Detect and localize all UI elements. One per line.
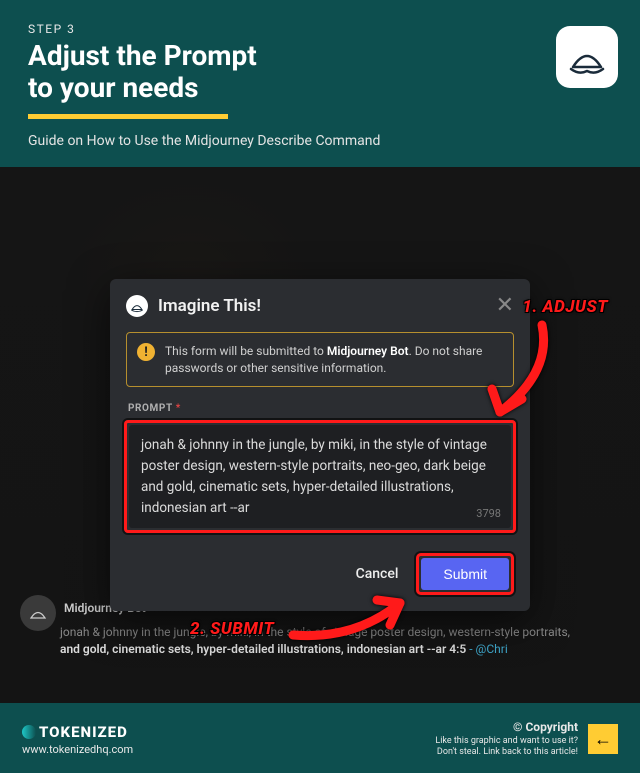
page-footer: TOKENIZED www.tokenizedhq.com © Copyrigh… bbox=[0, 708, 640, 773]
brand-block: TOKENIZED www.tokenizedhq.com bbox=[22, 723, 133, 756]
footer-right: © Copyright Like this graphic and want t… bbox=[435, 720, 618, 759]
title-underline bbox=[28, 114, 228, 119]
copy-l2: Don't steal. Link back to this article! bbox=[437, 747, 578, 757]
brand-name: TOKENIZED bbox=[39, 723, 128, 741]
title-line-2: to your needs bbox=[28, 71, 199, 104]
copyright-text: Like this graphic and want to use it? Do… bbox=[435, 736, 578, 759]
midjourney-logo-badge bbox=[556, 26, 618, 88]
prompt-highlight-outline: jonah & johnny in the jungle, by miki, i… bbox=[124, 420, 516, 534]
prompt-input[interactable]: jonah & johnny in the jungle, by miki, i… bbox=[129, 425, 511, 529]
title-line-1: Adjust the Prompt bbox=[28, 39, 257, 72]
page-title: Adjust the Prompt to your needs bbox=[28, 40, 612, 104]
screenshot-container: Midjourney Bot jonah & johnny in the jun… bbox=[0, 167, 640, 703]
modal-header: Imagine This! ✕ bbox=[110, 279, 530, 328]
required-asterisk: * bbox=[176, 403, 181, 414]
bg-mention: - @Chri bbox=[466, 642, 507, 656]
subtitle: Guide on How to Use the Midjourney Descr… bbox=[28, 133, 612, 149]
close-icon[interactable]: ✕ bbox=[496, 293, 514, 318]
field-label-text: PROMPT bbox=[128, 403, 173, 414]
char-count: 3798 bbox=[476, 507, 501, 520]
arrow-submit-icon bbox=[285, 585, 415, 645]
back-arrow-button[interactable]: ← bbox=[588, 724, 618, 754]
warning-text: This form will be submitted to Midjourne… bbox=[165, 343, 503, 375]
submit-highlight-outline: Submit bbox=[416, 553, 514, 595]
arrow-adjust-icon bbox=[472, 317, 562, 427]
copyright-title: © Copyright bbox=[435, 720, 578, 734]
annotation-adjust: 1. ADJUST bbox=[522, 297, 608, 317]
annotation-submit: 2. SUBMIT bbox=[190, 619, 274, 639]
copyright-block: © Copyright Like this graphic and want t… bbox=[435, 720, 578, 759]
warning-icon: ! bbox=[137, 343, 155, 361]
step-label: STEP 3 bbox=[28, 22, 612, 36]
guide-header: STEP 3 Adjust the Prompt to your needs G… bbox=[0, 0, 640, 167]
copy-l1: Like this graphic and want to use it? bbox=[435, 736, 578, 746]
sailboat-icon bbox=[567, 37, 607, 77]
warning-box: ! This form will be submitted to Midjour… bbox=[126, 332, 514, 386]
submit-button[interactable]: Submit bbox=[421, 558, 509, 590]
warn-bold: Midjourney Bot bbox=[327, 344, 409, 358]
brand-dot-icon bbox=[22, 725, 36, 739]
prompt-field-label: PROMPT* bbox=[128, 403, 512, 414]
sailboat-icon bbox=[126, 295, 148, 317]
brand-url: www.tokenizedhq.com bbox=[22, 743, 133, 756]
modal-title: Imagine This! bbox=[158, 296, 486, 316]
imagine-modal: Imagine This! ✕ ! This form will be subm… bbox=[110, 279, 530, 611]
warn-pre: This form will be submitted to bbox=[165, 344, 327, 358]
prompt-value: jonah & johnny in the jungle, by miki, i… bbox=[141, 435, 499, 519]
